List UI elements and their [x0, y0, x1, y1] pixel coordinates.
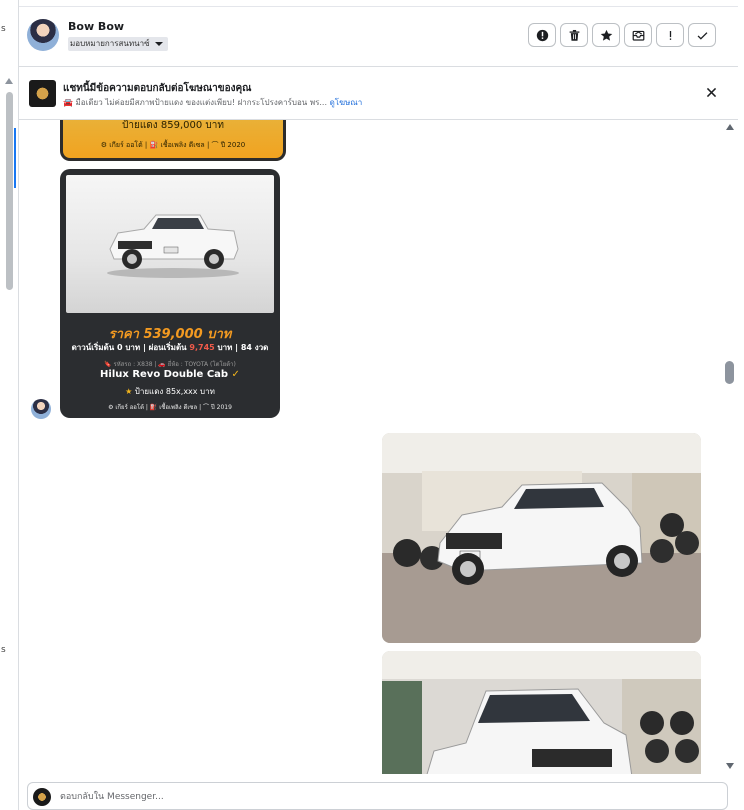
card-terms-suffix: บาท | 84 งวด	[217, 343, 269, 352]
spam-button[interactable]	[528, 23, 556, 47]
mark-unread-button[interactable]	[624, 23, 652, 47]
car-listing-card[interactable]: ราคา 539,000 บาท ดาวน์เริ่มต้น 0 บาท | ผ…	[60, 169, 280, 418]
contact-name[interactable]: Bow Bow	[68, 20, 124, 33]
assign-conversation-dropdown[interactable]: มอบหมายการสนทนาซ์	[68, 37, 168, 51]
done-button[interactable]	[688, 23, 716, 47]
ad-banner-snippet: 🚘 มือเดียว ไม่ค่อยมีสภาพป้ายแดง ของแต่งเ…	[63, 98, 328, 107]
reply-input[interactable]	[60, 788, 660, 806]
card-financing-terms: ดาวน์เริ่มต้น 0 บาท | ผ่อนเริ่มต้น 9,745…	[60, 341, 280, 354]
card-model-name: Hilux Revo Double Cab	[100, 369, 229, 380]
left-panel-text-fragment: s	[1, 24, 6, 34]
contact-avatar[interactable]	[27, 19, 59, 51]
card-plate-price: ★ ป้ายแดง 85x,xxx บาท	[60, 385, 280, 398]
conversation-actions	[528, 23, 716, 47]
card-car-photo	[66, 175, 274, 313]
pickup-truck-image	[107, 214, 239, 278]
page-avatar	[33, 788, 51, 806]
conversation-header: Bow Bow มอบหมายการสนทนาซ์	[19, 7, 738, 67]
left-selection-indicator	[14, 128, 16, 188]
pickup-truck-photo	[382, 651, 701, 774]
card-previous-price: ป้ายแดง 859,000 บาท	[122, 120, 224, 131]
check-icon	[697, 31, 707, 40]
envelope-icon	[632, 30, 644, 41]
star-icon	[600, 29, 612, 41]
ad-reply-banner: แชทนี้มีข้อความตอบกลับต่อโฆษณาของคุณ 🚘 ม…	[19, 67, 738, 120]
verified-check-icon: ✓	[231, 369, 240, 380]
message-composer	[27, 782, 728, 810]
exclamation-icon	[669, 30, 671, 40]
scroll-up-icon[interactable]	[726, 124, 734, 130]
card-terms-prefix: ดาวน์เริ่มต้น 0 บาท | ผ่อนเริ่มต้น	[71, 343, 187, 352]
view-ad-link[interactable]: ดูโฆษณา	[330, 98, 363, 107]
follow-up-button[interactable]	[656, 23, 684, 47]
image-attachment[interactable]	[382, 433, 701, 643]
card-code-brand: 🔖 รหัสรถ : X838 | 🚗 ยี่ห้อ : TOYOTA (โตโ…	[104, 361, 236, 368]
card-previous-meta: ⚙ เกียร์ ออโต้ | ⛽ เชื้อเพลิง ดีเซล | ⌒ …	[100, 141, 246, 149]
message-scrollbar-thumb[interactable]	[725, 361, 734, 384]
image-attachment[interactable]	[382, 651, 701, 774]
card-plate-text: ป้ายแดง 85x,xxx บาท	[134, 387, 215, 396]
assign-conversation-label: มอบหมายการสนทนาซ์	[70, 39, 150, 48]
scroll-down-icon[interactable]	[726, 763, 734, 769]
ad-banner-subtitle: 🚘 มือเดียว ไม่ค่อยมีสภาพป้ายแดง ของแต่งเ…	[63, 96, 362, 109]
card-model: Hilux Revo Double Cab ✓	[60, 369, 280, 380]
star-button[interactable]	[592, 23, 620, 47]
trash-icon	[569, 29, 579, 41]
left-panel-text-fragment: s	[1, 645, 6, 655]
card-meta: ⚙ เกียร์ ออโต้ | ⛽ เชื้อเพลิง ดีเซล | ⌒ …	[108, 404, 232, 411]
delete-button[interactable]	[560, 23, 588, 47]
left-conversation-panel: s s	[0, 0, 19, 810]
card-terms-amount: 9,745	[189, 343, 215, 352]
alert-circle-icon	[536, 29, 548, 41]
caret-down-icon	[154, 42, 163, 46]
star-icon: ★	[125, 387, 133, 396]
left-scroll-up-icon[interactable]	[5, 78, 13, 84]
message-thread: ป้ายแดง 859,000 บาท ⚙ เกียร์ ออโต้ | ⛽ เ…	[19, 120, 738, 774]
left-scrollbar-thumb[interactable]	[6, 92, 13, 290]
car-listing-card-previous[interactable]: ป้ายแดง 859,000 บาท ⚙ เกียร์ ออโต้ | ⛽ เ…	[60, 120, 286, 161]
close-icon[interactable]	[705, 86, 718, 99]
ad-thumbnail	[29, 80, 56, 107]
ad-banner-title: แชทนี้มีข้อความตอบกลับต่อโฆษณาของคุณ	[63, 83, 252, 94]
pickup-truck-photo	[382, 433, 701, 643]
sender-avatar[interactable]	[31, 399, 51, 419]
